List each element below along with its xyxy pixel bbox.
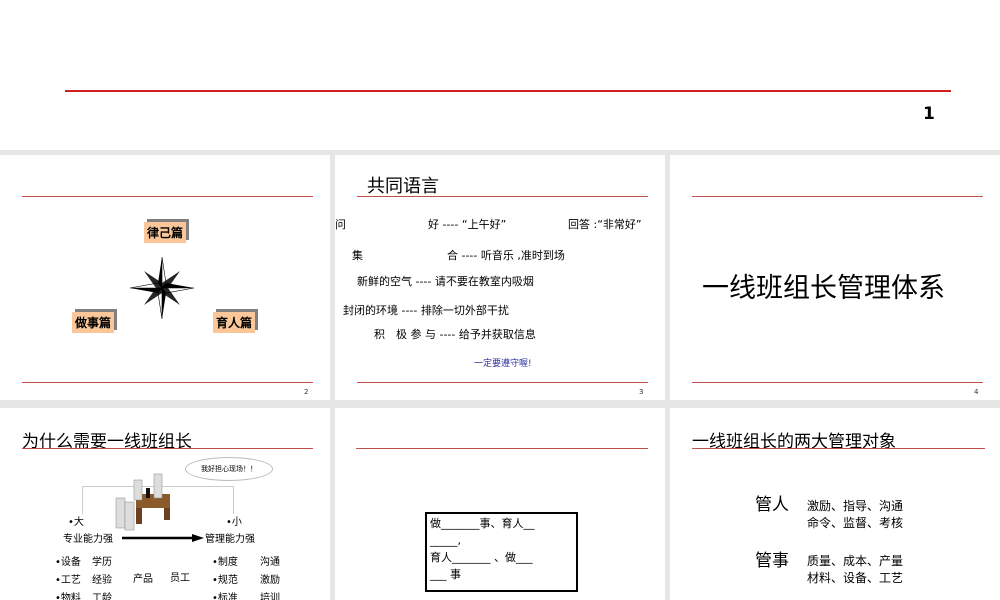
group-label: 管人: [755, 495, 789, 515]
page-number: 1: [923, 104, 935, 124]
big-label: •大: [68, 517, 84, 528]
arrow-icon: [122, 534, 204, 542]
divider: [65, 90, 951, 92]
page-number: 3: [639, 388, 644, 396]
box-line: _____,: [430, 534, 461, 547]
slide-7[interactable]: 一线班组长的两大管理对象 管人 激励、指导、沟通 命令、监督、考核 管事 质量、…: [670, 408, 1000, 600]
rule-text: 合 ---- 听音乐 ,准时到场: [447, 249, 565, 262]
small-sub: 管理能力强: [205, 534, 255, 545]
divider: [22, 382, 313, 383]
divider: [357, 196, 648, 197]
bubble-text: 我好担心现场！！: [201, 465, 257, 473]
note: 一定要遵守喔!: [474, 359, 532, 369]
box-line: ___ 事: [430, 568, 461, 581]
list-item: 激励: [260, 575, 280, 586]
box-line: 育人_______ 、做___: [430, 551, 533, 564]
divider: [692, 382, 983, 383]
divider: [22, 448, 313, 449]
slide-2[interactable]: 律己篇 做事篇 育人篇 2: [0, 155, 330, 400]
small-label: •小: [226, 517, 242, 528]
box-line: 做_______事、育人__: [430, 517, 535, 530]
page-number: 4: [974, 388, 979, 396]
slide-5[interactable]: 为什么需要一线班组长 我好担心现场！！ •大 专业能力强 •小 管理能力强 •设…: [0, 408, 330, 600]
slide-title: 共同语言: [367, 176, 439, 197]
label-work: 做事篇: [72, 312, 115, 333]
divider: [22, 196, 313, 197]
compass-star-icon: [129, 256, 195, 320]
rule-text: 封闭的环境 ---- 排除一切外部干扰: [343, 304, 509, 317]
list-item: 沟通: [260, 557, 280, 568]
slide-title: 一线班组长管理体系: [702, 273, 945, 304]
group-item: 材料、设备、工艺: [807, 571, 904, 585]
group-label: 管事: [755, 551, 789, 571]
slide-4[interactable]: 一线班组长管理体系 4: [670, 155, 1000, 400]
divider: [356, 448, 648, 449]
thought-bubble: 我好担心现场！！: [185, 457, 273, 481]
list-item: •设备: [55, 557, 81, 568]
rule-text: 集: [352, 249, 363, 262]
mid-staff: 员工: [170, 573, 190, 584]
right-list: •制度 沟通 •规范 激励 •标准 培训: [212, 554, 280, 600]
rule-text: 好 ---- “上午好”: [428, 218, 507, 231]
group-items: 质量、成本、产量 材料、设备、工艺: [807, 553, 903, 587]
list-item: 经验: [92, 575, 112, 586]
list-item: 学历: [92, 557, 112, 568]
group-item: 命令、监督、考核: [807, 516, 904, 530]
slide-1[interactable]: 1: [0, 0, 1000, 150]
divider: [357, 382, 648, 383]
list-item: •制度: [212, 557, 238, 568]
left-list: •设备 学历 •工艺 经验 •物料 工龄: [55, 554, 112, 600]
list-item: •工艺: [55, 575, 81, 586]
label-self: 律己篇: [144, 222, 187, 243]
list-item: 工龄: [92, 593, 112, 600]
label-people: 育人篇: [213, 312, 256, 333]
divider: [692, 448, 985, 449]
group-item: 激励、指导、沟通: [807, 499, 904, 513]
rule-text: 回答 :“非常好”: [568, 218, 642, 231]
group-items: 激励、指导、沟通 命令、监督、考核: [807, 498, 903, 532]
page-number: 2: [304, 388, 309, 396]
big-sub: 专业能力强: [63, 534, 113, 545]
list-item: •标准: [212, 593, 238, 600]
divider: [692, 196, 983, 197]
rule-text: 积 极 参 与 ---- 给予并获取信息: [374, 328, 536, 341]
fill-in-box: 做_______事、育人__ _____, 育人_______ 、做___ __…: [425, 512, 578, 592]
list-item: •规范: [212, 575, 238, 586]
list-item: 培训: [260, 593, 280, 600]
manager-desk-icon: [115, 473, 170, 531]
group-item: 质量、成本、产量: [807, 554, 904, 568]
slide-3[interactable]: 共同语言 问 好 ---- “上午好” 回答 :“非常好” 集 合 ---- 听…: [335, 155, 665, 400]
list-item: •物料: [55, 593, 81, 600]
rule-text: 问: [335, 218, 346, 231]
mid-product: 产品: [133, 574, 153, 585]
rule-text: 新鲜的空气 ---- 请不要在教室内吸烟: [357, 275, 534, 288]
slide-6[interactable]: 做_______事、育人__ _____, 育人_______ 、做___ __…: [335, 408, 665, 600]
